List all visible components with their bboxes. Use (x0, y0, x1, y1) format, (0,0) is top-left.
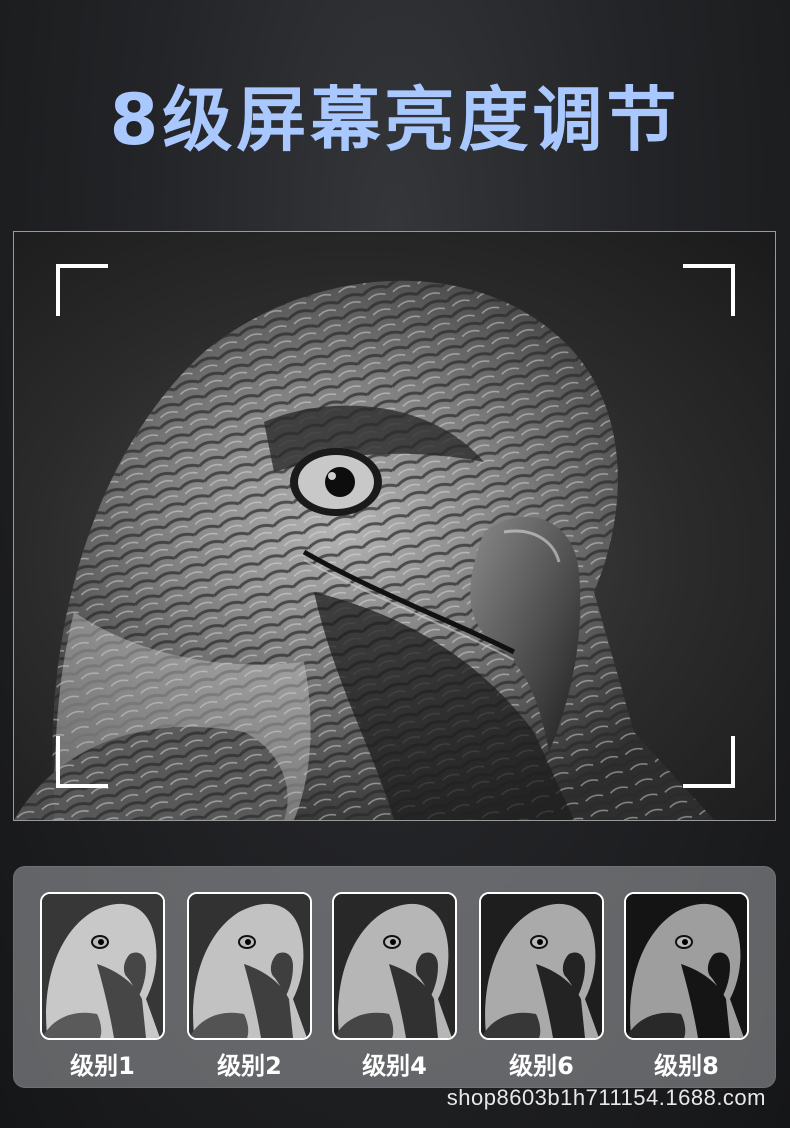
brightness-level-5: 级别8 (624, 892, 749, 1080)
level-thumbnail (40, 892, 165, 1040)
frame-corner-top-right (683, 264, 735, 316)
frame-corner-bottom-right (683, 736, 735, 788)
main-photo (13, 231, 776, 821)
brightness-level-1: 级别1 (40, 892, 165, 1080)
brightness-levels-panel: 级别1 级别2 级别4 级别6 级别8 (13, 866, 776, 1088)
level-label: 级别6 (509, 1052, 574, 1080)
hawk-illustration (14, 280, 714, 820)
brightness-level-4: 级别6 (479, 892, 604, 1080)
page-title: 8级屏幕亮度调节 (109, 79, 681, 161)
level-thumbnail (479, 892, 604, 1040)
level-thumbnail (332, 892, 457, 1040)
level-label: 级别8 (654, 1052, 719, 1080)
brightness-levels-list: 级别1 级别2 级别4 级别6 级别8 (13, 866, 776, 1088)
level-thumbnail (187, 892, 312, 1040)
level-thumbnail (624, 892, 749, 1040)
frame-corner-bottom-left (56, 736, 108, 788)
frame-corner-top-left (56, 264, 108, 316)
brightness-level-2: 级别2 (187, 892, 312, 1080)
page: 8级屏幕亮度调节 级别1 级别2 级别4 级别6 级别8 shop8603b1h… (0, 0, 790, 1128)
brightness-level-3: 级别4 (332, 892, 457, 1080)
level-label: 级别2 (217, 1052, 282, 1080)
level-label: 级别4 (362, 1052, 427, 1080)
shop-watermark: shop8603b1h711154.1688.com (446, 1085, 766, 1110)
level-label: 级别1 (70, 1052, 135, 1080)
